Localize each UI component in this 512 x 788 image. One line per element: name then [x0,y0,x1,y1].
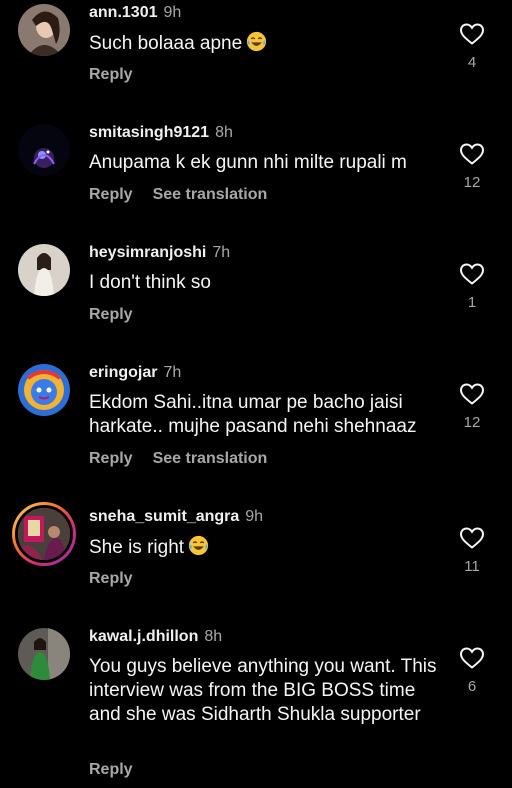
timestamp: 8h [204,628,223,645]
heart-outline-icon[interactable] [459,382,485,406]
avatar[interactable] [18,124,70,176]
comment-text: Ekdom Sahi..itna umar pe bacho jaisi har… [89,391,444,439]
reply-button[interactable]: Reply [89,306,133,323]
see-translation-button[interactable]: See translation [153,450,268,467]
comment-body: Anupama k ek gunn nhi milte rupali m [89,152,407,173]
like-count: 12 [463,414,481,431]
like-control: 1 [457,262,487,312]
comment-meta: eringojar 7h [89,363,181,383]
like-control: 6 [457,646,487,696]
comment-body: Ekdom Sahi..itna umar pe bacho jaisi har… [89,392,417,437]
comment-text: Anupama k ek gunn nhi milte rupali m [89,151,444,175]
reply-button[interactable]: Reply [89,761,133,778]
reply-button[interactable]: Reply [89,66,133,83]
comment-actions: Reply [89,65,133,85]
heart-outline-icon[interactable] [459,142,485,166]
reply-button[interactable]: Reply [89,450,133,467]
avatar[interactable] [18,244,70,296]
username[interactable]: smitasingh9121 [89,124,209,141]
timestamp: 9h [163,4,182,21]
username[interactable]: kawal.j.dhillon [89,628,198,645]
avatar-with-story-ring[interactable] [12,502,76,566]
comment-body: She is right [89,537,185,558]
like-count: 6 [467,678,477,695]
username[interactable]: eringojar [89,364,157,381]
heart-outline-icon[interactable] [459,22,485,46]
heart-outline-icon[interactable] [459,526,485,550]
reply-button[interactable]: Reply [89,186,133,203]
like-count: 12 [463,174,481,191]
timestamp: 7h [163,364,182,381]
like-count: 4 [467,54,477,71]
comment-text: She is right [89,535,444,560]
comment-text: I don't think so [89,271,444,295]
avatar [15,505,73,563]
comment-body: I don't think so [89,272,211,293]
username[interactable]: heysimranjoshi [89,244,206,261]
avatar[interactable] [18,628,70,680]
heart-outline-icon[interactable] [459,646,485,670]
like-control: 12 [457,142,487,192]
avatar[interactable] [18,364,70,416]
comment-actions: Reply [89,305,133,325]
comment-meta: kawal.j.dhillon 8h [89,627,222,647]
reply-button[interactable]: Reply [89,570,133,587]
comment-body: Such bolaaa apne [89,33,243,54]
comment-actions: Reply See translation [89,185,267,205]
like-count: 11 [464,558,480,575]
avatar[interactable] [18,4,70,56]
like-control: 12 [457,382,487,432]
comment-text: You guys believe anything you want. This… [89,655,444,727]
like-count: 1 [467,294,477,311]
heart-outline-icon[interactable] [459,262,485,286]
username[interactable]: ann.1301 [89,4,157,21]
comment-meta: ann.1301 9h [89,3,181,23]
tears-of-joy-emoji [247,31,267,52]
comment-body: You guys believe anything you want. This… [89,656,437,725]
like-control: 4 [457,22,487,72]
like-control: 11 [457,526,487,576]
tears-of-joy-emoji [188,535,209,556]
username[interactable]: sneha_sumit_angra [89,508,239,525]
comment-meta: sneha_sumit_angra 9h [89,507,263,527]
timestamp: 9h [245,508,264,525]
comment-actions: Reply See translation [89,449,267,469]
comment-text: Such bolaaa apne [89,31,444,56]
timestamp: 8h [215,124,233,141]
comment-meta: heysimranjoshi 7h [89,243,230,263]
comment-actions: Reply [89,569,133,589]
comment-actions: Reply [89,760,133,780]
see-translation-button[interactable]: See translation [153,186,268,203]
timestamp: 7h [212,244,231,261]
comment-meta: smitasingh9121 8h [89,123,233,143]
